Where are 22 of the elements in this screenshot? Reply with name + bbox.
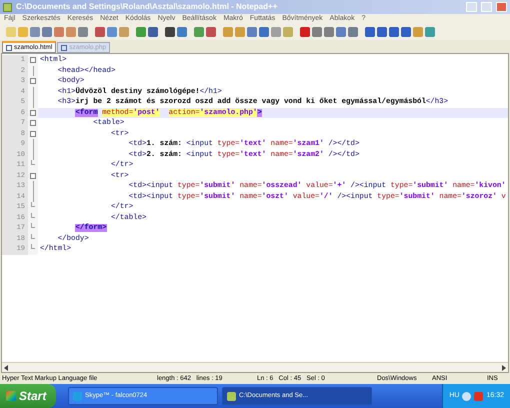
fold-box-icon[interactable] [30,130,36,137]
windows-flag-icon [6,391,16,401]
fold-box-icon[interactable] [30,78,36,84]
window-title: C:\Documents and Settings\Roland\Asztal\szamolo.html - Notepad++ [16,1,278,13]
maximize-icon[interactable] [481,2,492,12]
start-button[interactable]: Start [0,384,56,408]
fold-end-icon [31,223,35,228]
right-arrow-icon[interactable] [502,364,506,370]
fold-end-icon [31,234,35,238]
horizontal-scrollbar[interactable] [2,362,508,372]
fold-end-icon [31,244,35,249]
close-icon[interactable] [496,2,507,12]
fold-box-icon[interactable] [30,120,36,126]
fold-end-icon [31,160,35,165]
fold-end-icon [31,202,35,207]
fold-line-icon [32,66,34,76]
fold-box-icon[interactable] [30,172,36,179]
fold-box-icon[interactable] [30,110,36,116]
fold-box-icon[interactable] [30,57,36,64]
left-arrow-icon[interactable] [4,364,8,370]
fold-end-icon [31,212,35,218]
minimize-icon[interactable] [466,2,477,12]
